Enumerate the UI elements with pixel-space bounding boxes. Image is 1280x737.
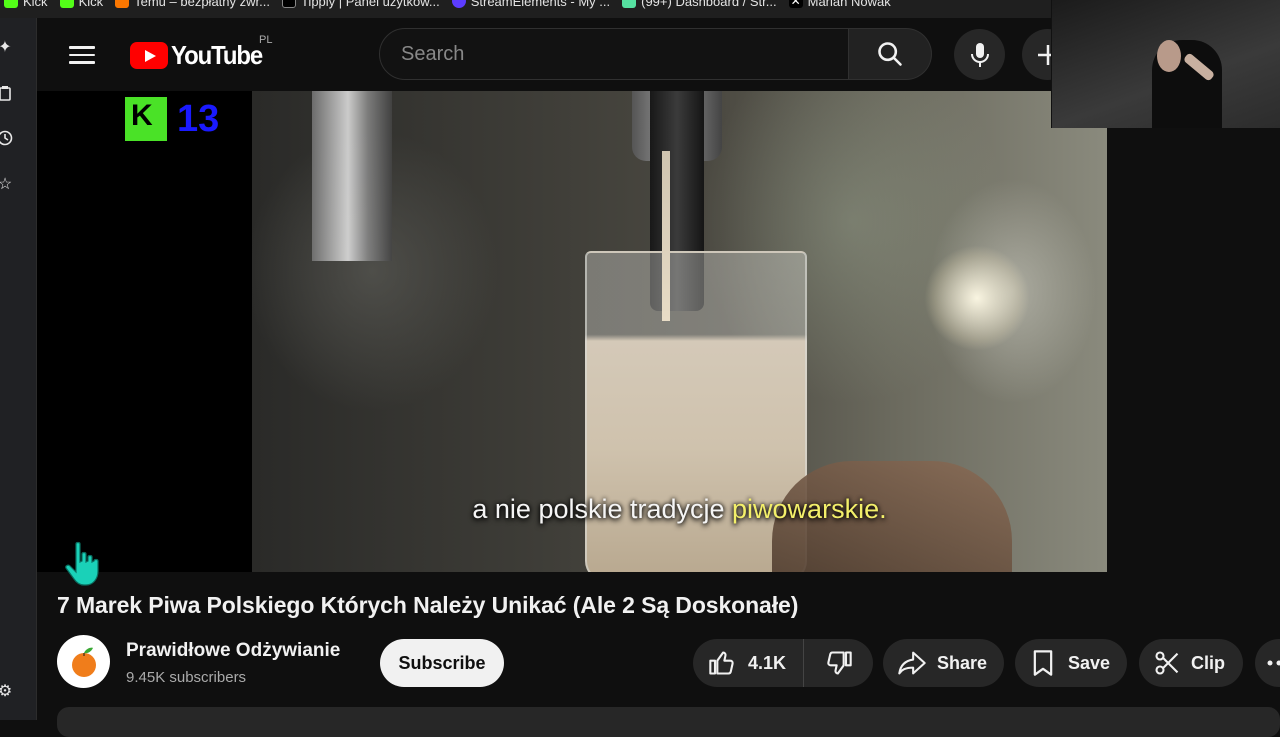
subtitle-highlight: piwowarskie. — [732, 494, 887, 524]
webcam-overlay — [1051, 0, 1280, 128]
temu-icon — [115, 0, 129, 8]
share-button[interactable]: Share — [883, 639, 1004, 687]
k-logo-icon: K — [125, 97, 167, 141]
bookmark-label: (99+) Dashboard / Str... — [641, 0, 776, 9]
bookmark-temu[interactable]: Temu – bezpłatny zwr... — [111, 0, 278, 8]
streamer-head — [1157, 40, 1181, 72]
x-icon: ✕ — [789, 0, 803, 8]
k-letter: K — [131, 99, 153, 133]
search-input[interactable] — [380, 29, 848, 79]
share-arrow-icon — [897, 649, 927, 677]
dashboard-icon — [622, 0, 636, 8]
more-horizontal-icon — [1267, 660, 1280, 666]
channel-avatar[interactable] — [57, 635, 110, 688]
description-box[interactable] — [57, 707, 1280, 737]
orange-fruit-icon — [67, 645, 101, 679]
bookmark-streamelements[interactable]: StreamElements - My ... — [448, 0, 618, 8]
search-button[interactable] — [849, 28, 932, 80]
search-icon — [876, 40, 904, 68]
search-box — [379, 28, 849, 80]
bookmark-x[interactable]: ✕ Marian Nowak — [785, 0, 899, 8]
bookmark-label: Kick — [79, 0, 104, 9]
microphone-icon — [968, 41, 992, 69]
youtube-logo[interactable]: YouTube PL — [130, 40, 270, 71]
country-code: PL — [259, 34, 272, 46]
bar-tap-chrome — [312, 91, 392, 261]
like-count: 4.1K — [748, 653, 786, 674]
video-frame: a nie polskie tradycje piwowarskie. — [252, 91, 1107, 572]
scissors-icon — [1153, 649, 1181, 677]
overlay-number: 13 — [177, 98, 219, 141]
thumbs-up-icon — [708, 649, 736, 677]
save-button[interactable]: Save — [1015, 639, 1127, 687]
bookmark-label: Tipply | Panel użytkow... — [301, 0, 440, 9]
streamelements-icon — [452, 0, 466, 8]
menu-icon[interactable] — [69, 42, 95, 64]
bookmark-label: Temu – bezpłatny zwr... — [134, 0, 270, 9]
clip-label: Clip — [1191, 653, 1225, 674]
video-player[interactable]: K 13 a nie polskie tradycje piwowarskie. — [37, 91, 1107, 572]
bookmark-label: Kick — [23, 0, 48, 9]
history-icon[interactable] — [0, 129, 14, 147]
channel-overlay-logo: K 13 — [125, 97, 219, 141]
bookmark-tipply[interactable]: Tipply | Panel użytkow... — [278, 0, 448, 8]
logo-text: YouTube — [171, 40, 262, 71]
video-subtitle: a nie polskie tradycje piwowarskie. — [252, 494, 1107, 525]
hand-cursor-icon — [62, 540, 102, 588]
sparkle-icon[interactable]: ✦ — [0, 38, 14, 56]
clip-button[interactable]: Clip — [1139, 639, 1243, 687]
more-actions-button[interactable] — [1255, 639, 1280, 687]
subscribe-button[interactable]: Subscribe — [380, 639, 504, 687]
thumbs-down-icon — [825, 649, 853, 677]
settings-icon[interactable]: ⚙ — [0, 682, 14, 700]
clipboard-icon[interactable] — [0, 84, 14, 102]
bookmark-kick-2[interactable]: Kick — [56, 0, 112, 8]
bookmark-icon — [1030, 649, 1056, 677]
kick-icon — [60, 0, 74, 8]
kick-icon — [4, 0, 18, 8]
video-title: 7 Marek Piwa Polskiego Których Należy Un… — [57, 592, 798, 619]
save-label: Save — [1068, 653, 1110, 674]
tipply-icon — [282, 0, 296, 8]
bookmark-dashboard[interactable]: (99+) Dashboard / Str... — [618, 0, 784, 8]
bookmark-kick-1[interactable]: Kick — [0, 0, 56, 8]
share-label: Share — [937, 653, 987, 674]
voice-search-button[interactable] — [954, 29, 1005, 80]
subscriber-count: 9.45K subscribers — [126, 669, 246, 686]
youtube-play-icon — [130, 42, 168, 69]
favorites-icon[interactable]: ☆ — [0, 175, 14, 193]
like-dislike-group: 4.1K — [693, 639, 873, 687]
bookmark-label: StreamElements - My ... — [471, 0, 610, 9]
bookmark-label: Marian Nowak — [808, 0, 891, 9]
beer-stream — [662, 151, 670, 321]
browser-sidebar: ✦ ☆ ⚙ — [0, 18, 37, 720]
channel-name[interactable]: Prawidłowe Odżywianie — [126, 640, 340, 662]
like-button[interactable]: 4.1K — [693, 639, 804, 687]
dislike-button[interactable] — [804, 639, 873, 687]
subtitle-text: a nie polskie tradycje — [472, 494, 732, 524]
